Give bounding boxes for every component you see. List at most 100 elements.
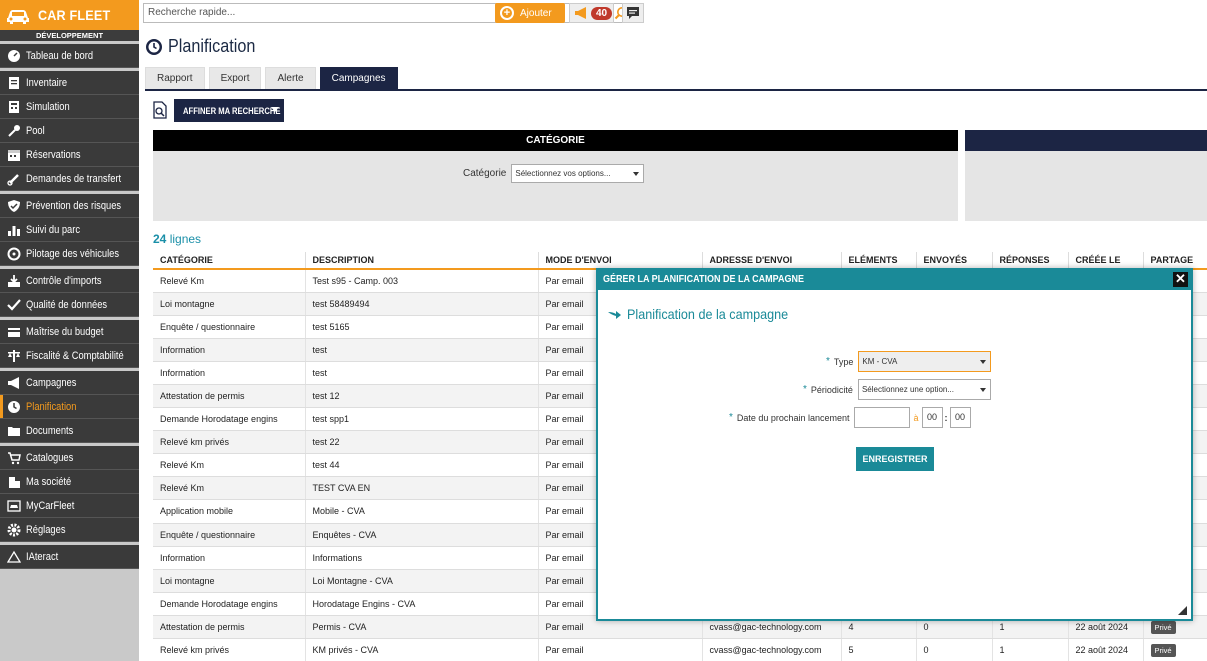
sidebar-item-catalogues[interactable]: Catalogues bbox=[0, 446, 139, 470]
sidebar-item-label: Inventaire bbox=[26, 76, 68, 89]
table-cell: Relevé km privés bbox=[153, 638, 306, 661]
brand-logo[interactable]: CAR FLEET bbox=[0, 0, 139, 30]
balance-icon bbox=[7, 349, 21, 363]
column-header[interactable]: RÉPONSES bbox=[992, 252, 1069, 270]
tab-alerte[interactable]: Alerte bbox=[265, 67, 316, 90]
sidebar-item-pilotage-des-vehicules[interactable]: Pilotage des véhicules bbox=[0, 242, 139, 266]
shield-icon bbox=[7, 199, 21, 213]
tab-rapport[interactable]: Rapport bbox=[145, 67, 205, 90]
sidebar-item-iateract[interactable]: IAteract bbox=[0, 545, 139, 569]
column-header[interactable]: MODE D'ENVOI bbox=[538, 252, 703, 270]
table-cell: test 5165 bbox=[305, 315, 539, 339]
calculator-icon bbox=[7, 100, 21, 114]
refine-search-button[interactable]: AFFINER MA RECHERCHE bbox=[174, 99, 284, 122]
tab-divider bbox=[145, 89, 1207, 91]
sidebar-item-pool[interactable]: Pool bbox=[0, 119, 139, 143]
table-cell: 5 bbox=[841, 638, 917, 661]
sidebar-item-demandes-de-transfert[interactable]: Demandes de transfert bbox=[0, 167, 139, 191]
secondary-panel-header bbox=[965, 130, 1207, 151]
periodicity-select[interactable]: Sélectionnez une option... bbox=[857, 379, 991, 400]
modal-title: GÉRER LA PLANIFICATION DE LA CAMPAGNE bbox=[603, 274, 805, 285]
cart-icon bbox=[7, 451, 21, 465]
gear-icon bbox=[7, 523, 21, 537]
table-cell: Enquêtes - CVA bbox=[305, 523, 539, 547]
sidebar-item-controle-d-imports[interactable]: Contrôle d'imports bbox=[0, 269, 139, 293]
sidebar-item-label: Catalogues bbox=[26, 451, 74, 464]
sidebar-item-tableau-de-bord[interactable]: Tableau de bord bbox=[0, 44, 139, 68]
minute-input[interactable]: 00 bbox=[949, 407, 971, 428]
sidebar-item-campagnes[interactable]: Campagnes bbox=[0, 371, 139, 395]
sidebar-item-reservations[interactable]: Réservations bbox=[0, 143, 139, 167]
sidebar-item-label: Fiscalité & Comptabilité bbox=[26, 349, 124, 362]
column-header[interactable]: PARTAGE bbox=[1143, 252, 1207, 270]
sidebar-item-prevention-des-risques[interactable]: Prévention des risques bbox=[0, 194, 139, 218]
page-title: Planification bbox=[145, 36, 265, 57]
sidebar-item-fiscalite-comptabilite[interactable]: Fiscalité & Comptabilité bbox=[0, 344, 139, 368]
sidebar-item-label: Simulation bbox=[26, 100, 70, 113]
sidebar-item-ma-societe[interactable]: Ma société bbox=[0, 470, 139, 494]
tab-export[interactable]: Export bbox=[208, 67, 262, 90]
modal-subtitle-text: Planification de la campagne bbox=[627, 306, 789, 322]
table-header-row: CATÉGORIE DESCRIPTION MODE D'ENVOI ADRESSE … bbox=[153, 252, 1207, 270]
messages-button[interactable] bbox=[622, 3, 644, 23]
date-input[interactable] bbox=[854, 407, 911, 428]
column-header[interactable]: ADRESSE D'ENVOI bbox=[702, 252, 842, 270]
sidebar-item-maitrise-du-budget[interactable]: Maîtrise du budget bbox=[0, 320, 139, 344]
sidebar-item-simulation[interactable]: Simulation bbox=[0, 95, 139, 119]
table-cell: Information bbox=[153, 361, 306, 385]
table-cell: Par email bbox=[538, 638, 703, 661]
column-header[interactable]: ELÉMENTS bbox=[841, 252, 917, 270]
import-icon bbox=[7, 274, 21, 288]
dropdown-arrow-icon bbox=[633, 172, 640, 176]
column-header[interactable]: ENVOYÉS bbox=[916, 252, 993, 270]
modal-header: GÉRER LA PLANIFICATION DE LA CAMPAGNE ✕ bbox=[598, 270, 1191, 290]
table-cell: Demande Horodatage engins bbox=[153, 407, 306, 432]
sidebar-group: Contrôle d'imports Qualité de données bbox=[0, 269, 139, 317]
check-icon bbox=[7, 298, 21, 312]
sidebar-item-documents[interactable]: Documents bbox=[0, 419, 139, 443]
resize-handle[interactable] bbox=[1178, 606, 1187, 615]
category-select[interactable]: Sélectionnez vos options... bbox=[511, 164, 645, 183]
sidebar-item-suivi-du-parc[interactable]: Suivi du parc bbox=[0, 218, 139, 242]
sidebar-item-reglages[interactable]: Réglages bbox=[0, 518, 139, 542]
hour-input[interactable]: 00 bbox=[921, 407, 943, 428]
add-button[interactable]: + Ajouter bbox=[495, 3, 565, 23]
sidebar-item-mycarfleet[interactable]: MyCarFleet bbox=[0, 494, 139, 518]
required-marker: * bbox=[803, 384, 807, 395]
table-cell: 0 bbox=[916, 638, 993, 661]
page-title-text: Planification bbox=[168, 36, 256, 56]
table-cell: test 22 bbox=[305, 430, 539, 455]
row-count: 24 lignes bbox=[153, 232, 201, 246]
table-cell: TEST CVA EN bbox=[305, 476, 539, 501]
table-cell: KM privés - CVA bbox=[305, 638, 539, 661]
clock-icon bbox=[7, 400, 21, 414]
category-select-value: Sélectionnez vos options... bbox=[515, 169, 611, 178]
table-cell: Informations bbox=[305, 546, 539, 570]
table-cell: test bbox=[305, 338, 539, 362]
table-cell: 1 bbox=[992, 638, 1069, 661]
table-cell: Application mobile bbox=[153, 499, 306, 524]
table-cell: test bbox=[305, 361, 539, 385]
column-header[interactable]: DESCRIPTION bbox=[305, 252, 539, 270]
tab-campagnes[interactable]: Campagnes bbox=[319, 67, 398, 90]
search-document-icon[interactable] bbox=[152, 101, 168, 119]
table-row[interactable]: Relevé km privés KM privés - CVA Par email… bbox=[153, 638, 1207, 661]
table-cell: 22 août 2024 bbox=[1068, 638, 1144, 661]
column-header[interactable]: CRÉÉE LE bbox=[1068, 252, 1144, 270]
sidebar-item-planification[interactable]: Planification bbox=[0, 395, 139, 419]
column-header[interactable]: CATÉGORIE bbox=[153, 252, 306, 270]
sidebar-item-label: Prévention des risques bbox=[26, 199, 122, 212]
sidebar-group: Campagnes Planification Documents bbox=[0, 371, 139, 443]
close-button[interactable]: ✕ bbox=[1173, 272, 1188, 287]
folder-icon bbox=[7, 424, 21, 438]
table-cell: Attestation de permis bbox=[153, 615, 306, 640]
sidebar-item-qualite-de-donnees[interactable]: Qualité de données bbox=[0, 293, 139, 317]
required-marker: * bbox=[729, 412, 733, 423]
car-logo-icon bbox=[7, 10, 29, 24]
type-select[interactable]: KM - CVA bbox=[858, 351, 992, 372]
save-button[interactable]: ENREGISTRER bbox=[856, 447, 934, 471]
notifications-button[interactable]: 40 bbox=[569, 3, 614, 23]
sidebar-item-inventaire[interactable]: Inventaire bbox=[0, 71, 139, 95]
table-cell: Relevé Km bbox=[153, 269, 306, 293]
category-label: Catégorie bbox=[463, 168, 507, 179]
